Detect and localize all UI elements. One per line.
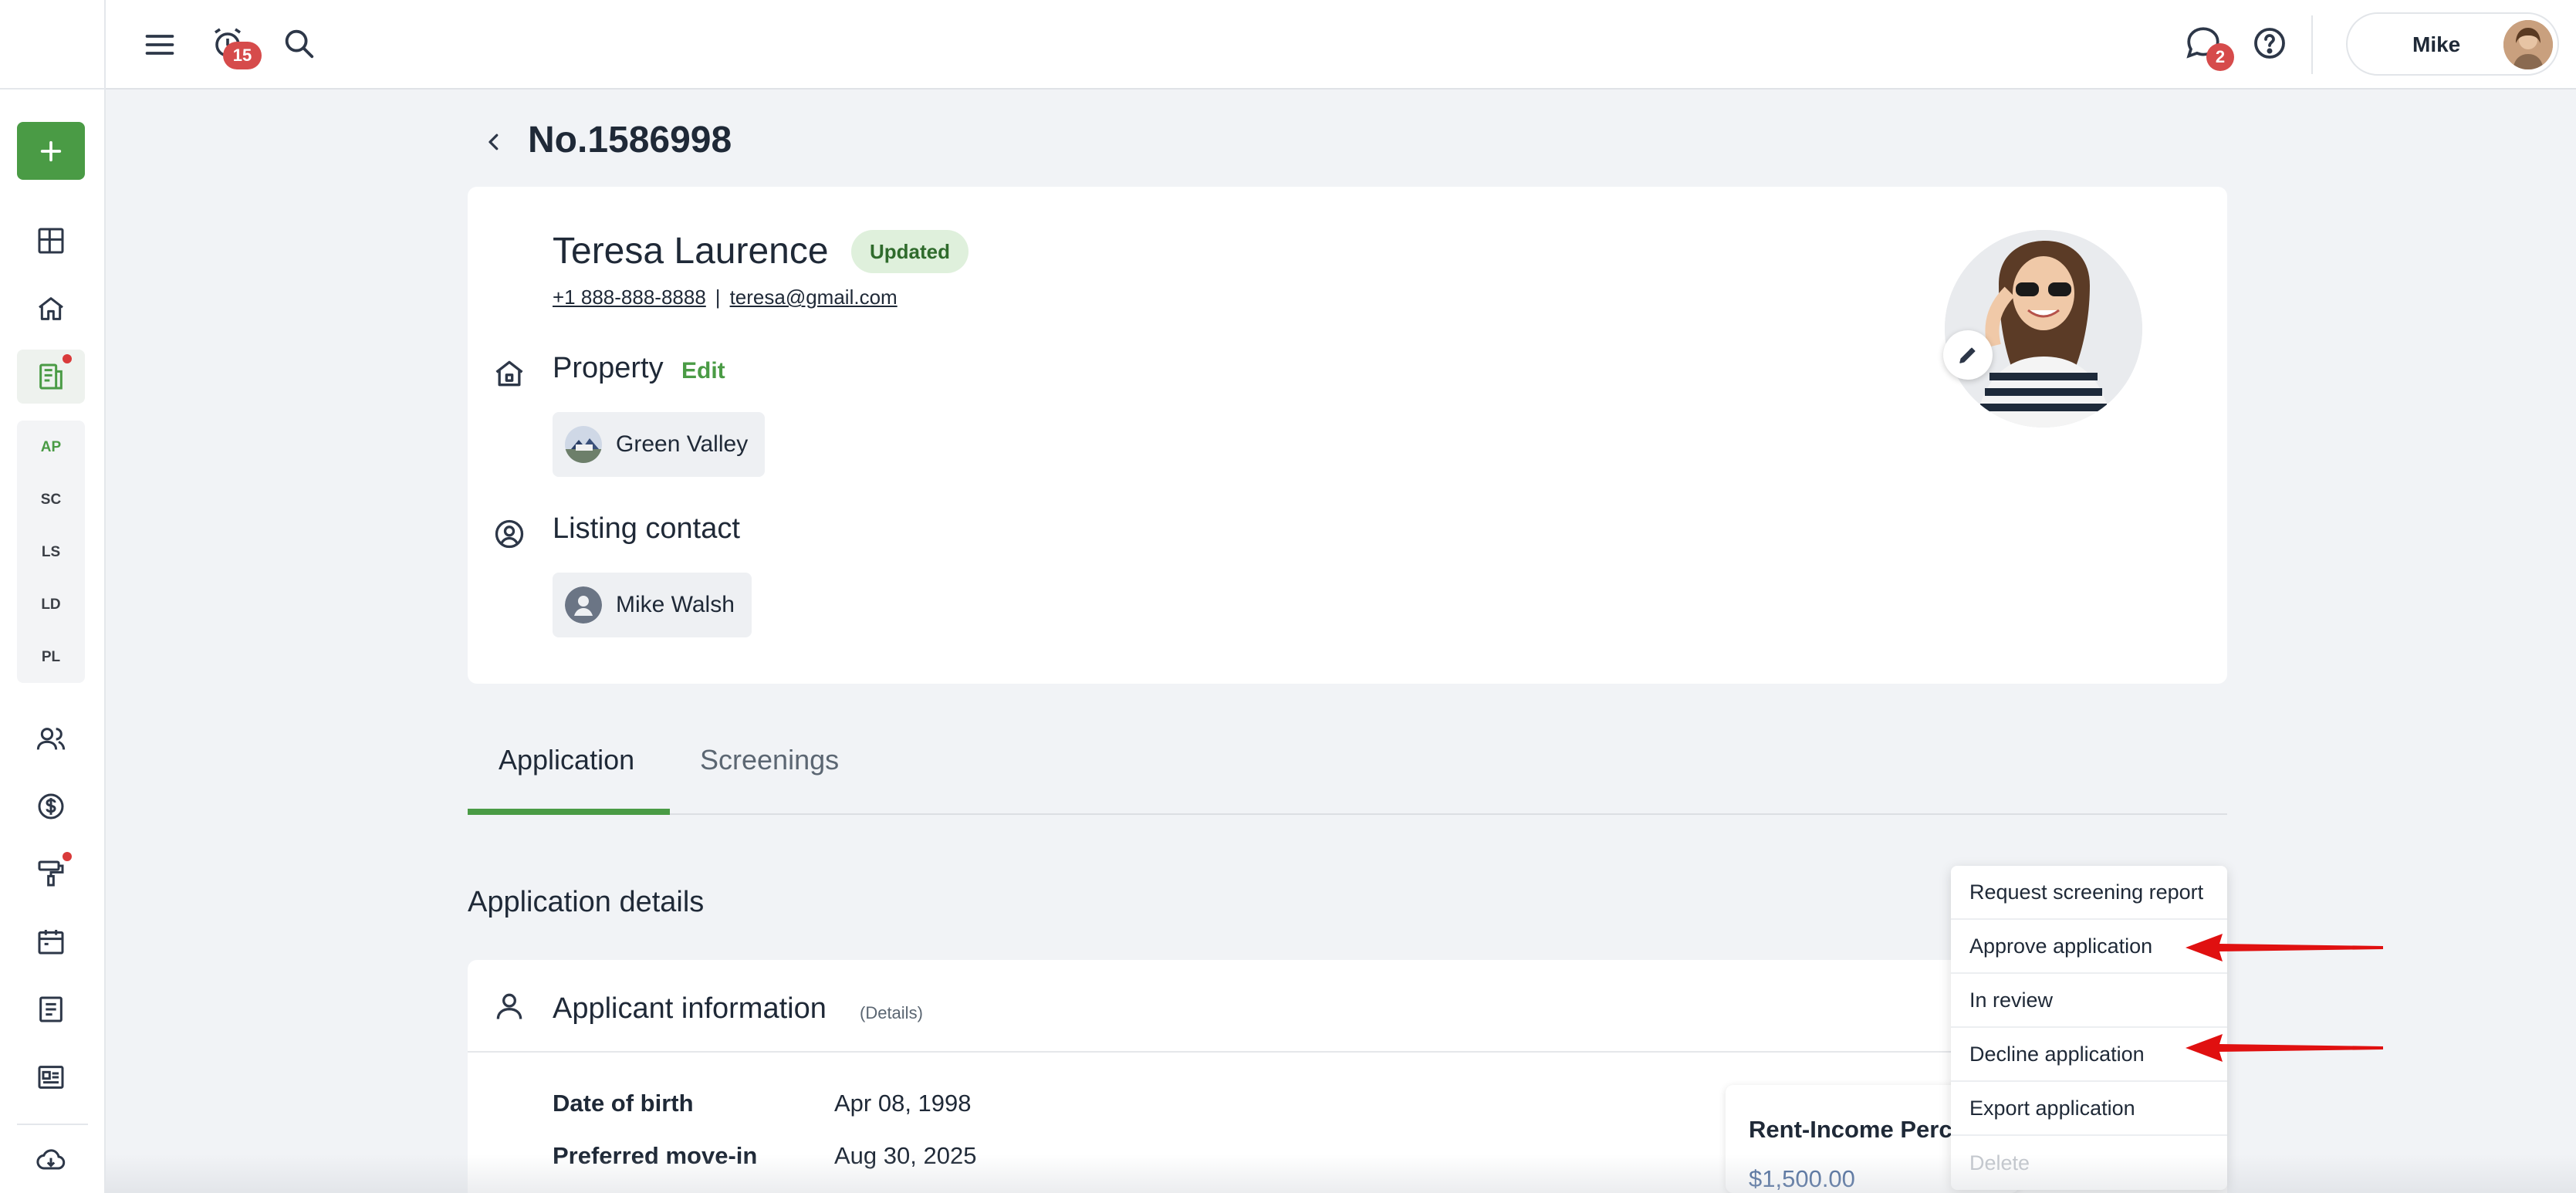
chevron-left-icon <box>488 133 499 150</box>
calendar-icon <box>38 930 64 955</box>
application-actions-menu: Request screening report Approve applica… <box>1951 866 2227 1190</box>
home-icon <box>39 297 63 320</box>
person-icon <box>496 993 522 1019</box>
add-new-button[interactable] <box>17 122 85 180</box>
edit-photo-button[interactable] <box>1943 330 1993 380</box>
report-icon <box>39 996 63 1022</box>
paint-roller-icon <box>38 860 64 887</box>
date-of-birth-value: Apr 08, 1998 <box>834 1090 972 1117</box>
top-bar: 15 2 Mike <box>106 0 2576 90</box>
sidebar: AP SC LS LD PL <box>0 0 106 1193</box>
edit-property-link[interactable]: Edit <box>681 358 725 384</box>
rent-income-value: $1,500.00 <box>1749 1165 1855 1192</box>
reports-nav[interactable] <box>31 989 71 1029</box>
messages-badge: 2 <box>2206 43 2234 71</box>
listing-contact-chip[interactable]: Mike Walsh <box>553 573 752 637</box>
dollar-circle-icon <box>38 793 64 820</box>
annotation-arrow-approve <box>2186 934 2383 961</box>
property-chip[interactable]: Green Valley <box>553 412 766 477</box>
leasing-notification-dot <box>63 354 72 363</box>
page-title: No.1586998 <box>528 120 732 161</box>
search-icon <box>285 29 314 59</box>
email-link[interactable]: teresa@gmail.com <box>730 286 898 309</box>
topbar-separator <box>2311 15 2313 74</box>
status-badge: Updated <box>851 230 969 273</box>
submenu-item-sc[interactable]: SC <box>17 492 85 509</box>
properties-nav[interactable] <box>31 289 71 329</box>
tab-screenings[interactable]: Screenings <box>700 744 839 776</box>
plus-icon <box>40 140 62 161</box>
applicant-contact: +1 888-888-8888 | teresa@gmail.com <box>553 286 898 309</box>
menu-item-in-review[interactable]: In review <box>1951 974 2227 1028</box>
active-tab-indicator <box>468 809 670 815</box>
user-avatar <box>2503 20 2553 69</box>
hamburger-icon <box>145 35 174 55</box>
applicant-photo <box>1945 230 2142 428</box>
listings-nav[interactable] <box>31 1057 71 1097</box>
dashboard-nav[interactable] <box>31 221 71 261</box>
phone-link[interactable]: +1 888-888-8888 <box>553 286 706 309</box>
alerts-badge: 15 <box>223 42 262 69</box>
contact-avatar-icon <box>565 586 602 624</box>
applicant-summary-card: Teresa Laurence Updated +1 888-888-8888 … <box>468 187 2227 684</box>
menu-item-delete: Delete <box>1969 1151 2030 1174</box>
property-label: Property <box>553 352 664 384</box>
user-name: Mike <box>2412 32 2461 56</box>
people-nav[interactable] <box>31 719 71 759</box>
leasing-document-icon <box>39 363 63 390</box>
applicant-information-title: Applicant information <box>553 992 827 1025</box>
details-hint[interactable]: (Details) <box>860 1003 923 1023</box>
tab-application[interactable]: Application <box>499 744 634 776</box>
applicant-name: Teresa Laurence <box>553 231 829 272</box>
listing-card-icon <box>38 1066 64 1089</box>
annotation-arrow-decline <box>2186 1034 2383 1062</box>
listing-contact-label: Listing contact <box>553 512 740 545</box>
help-circle-icon <box>2254 28 2285 59</box>
sidebar-divider <box>0 88 106 90</box>
pencil-icon <box>1959 347 1976 363</box>
submenu-item-pl[interactable]: PL <box>17 649 85 666</box>
dashboard-icon <box>38 228 64 254</box>
submenu-item-ld[interactable]: LD <box>17 596 85 613</box>
menu-item-request-screening[interactable]: Request screening report <box>1951 866 2227 920</box>
menu-item-export[interactable]: Export application <box>1951 1082 2227 1136</box>
leasing-nav[interactable] <box>17 350 85 404</box>
date-of-birth-label: Date of birth <box>553 1090 694 1117</box>
submenu-item-ap[interactable]: AP <box>17 439 85 456</box>
listing-contact-name: Mike Walsh <box>616 592 735 617</box>
download-nav[interactable] <box>31 1141 71 1181</box>
user-circle-icon <box>495 519 524 549</box>
accounting-nav[interactable] <box>31 786 71 826</box>
application-details-heading: Application details <box>468 886 705 918</box>
contact-separator: | <box>715 286 721 309</box>
user-menu-button[interactable]: Mike <box>2346 12 2559 76</box>
preferred-move-in-value: Aug 30, 2025 <box>834 1142 977 1169</box>
home-outline-icon <box>495 360 523 387</box>
tabs-divider <box>468 813 2227 815</box>
property-name: Green Valley <box>616 431 749 457</box>
help-button[interactable] <box>2248 22 2291 65</box>
cloud-download-icon <box>36 1149 66 1170</box>
submenu-item-ls[interactable]: LS <box>17 544 85 561</box>
search-button[interactable] <box>277 22 320 65</box>
people-icon <box>36 728 66 750</box>
property-thumbnail <box>565 426 602 463</box>
menu-toggle-button[interactable] <box>138 23 181 66</box>
leasing-submenu: AP SC LS LD PL <box>17 421 85 683</box>
preferred-move-in-label: Preferred move-in <box>553 1142 758 1169</box>
calendar-nav[interactable] <box>31 921 71 961</box>
sidebar-divider-bottom <box>17 1124 88 1125</box>
maintenance-notification-dot <box>63 852 72 861</box>
back-button[interactable] <box>480 125 508 159</box>
